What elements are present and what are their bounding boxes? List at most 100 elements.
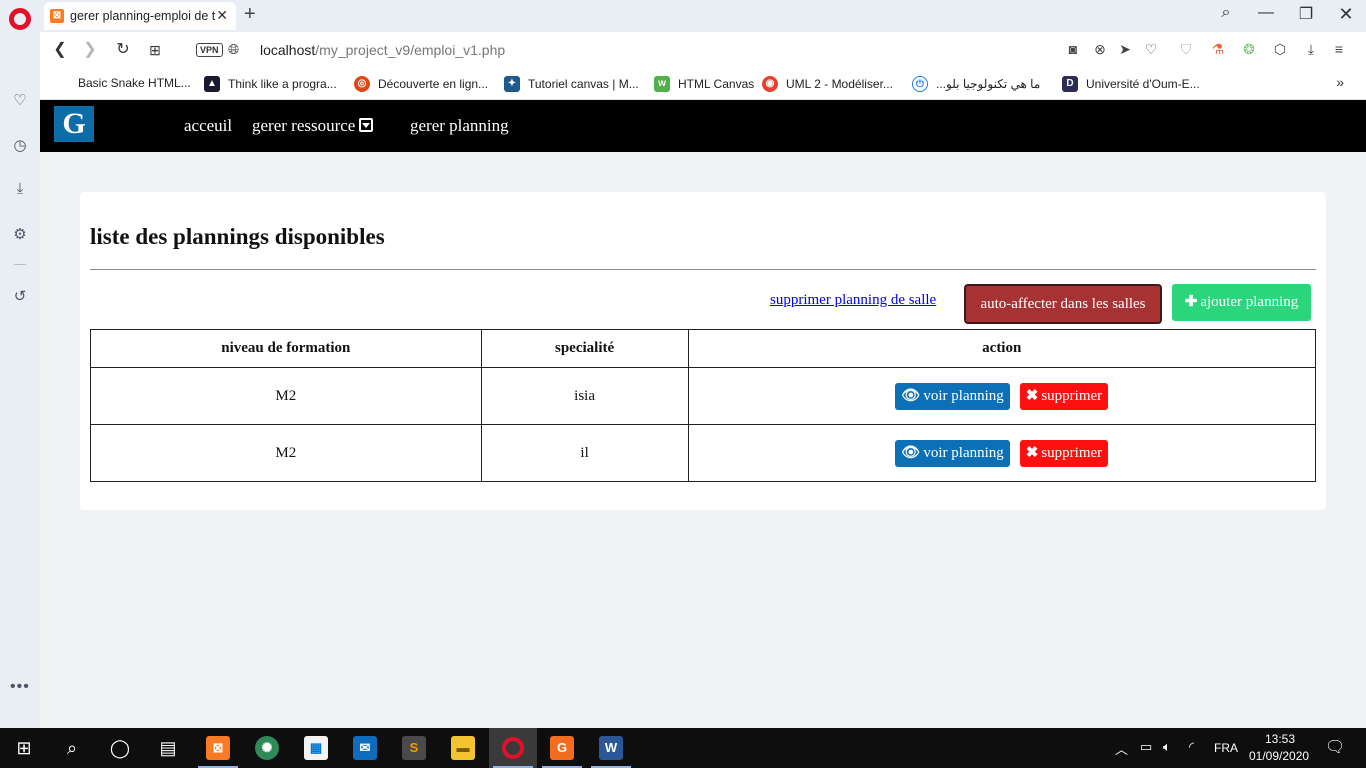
atom-app-icon[interactable]: ✺ (243, 728, 291, 768)
delete-button[interactable]: ✖ supprimer (1019, 382, 1109, 410)
download-icon[interactable]: ⤓ (1302, 41, 1320, 58)
recent-history-icon[interactable]: ↺ (10, 286, 30, 306)
new-tab-button[interactable]: + (244, 4, 256, 24)
sidebar-more-icon[interactable]: ••• (10, 678, 30, 696)
url-path: /my_project_v9/emploi_v1.php (315, 42, 506, 58)
language-indicator[interactable]: FRA (1214, 741, 1238, 755)
bookmark-item[interactable]: ⏻ ما هي تكنولوجيا بلو... (912, 76, 1040, 92)
add-planning-label: ajouter planning (1200, 294, 1299, 310)
site-logo[interactable]: G (54, 106, 94, 142)
heart-icon[interactable]: ♡ (10, 90, 30, 110)
speed-dial-icon[interactable]: ⊞ (145, 40, 165, 60)
view-planning-button[interactable]: 👁︎ voir planning (895, 439, 1010, 467)
notification-icon[interactable]: 🗨︎ (1325, 737, 1345, 757)
browser-tab[interactable]: ⊠ gerer planning-emploi de t ✕ (44, 2, 236, 30)
search-icon[interactable]: ⌕ (48, 728, 96, 768)
bookmark-item[interactable]: ✦ Tutoriel canvas | M... (504, 76, 639, 92)
delete-salle-planning-link[interactable]: supprimer planning de salle (770, 292, 936, 309)
volume-icon[interactable]: 🔈︎ (1163, 739, 1171, 755)
bookmark-label: HTML Canvas (678, 77, 755, 91)
bookmark-label: Tutoriel canvas | M... (528, 77, 639, 91)
bookmark-label: ما هي تكنولوجيا بلو... (936, 77, 1041, 91)
bookmarks-bar: Basic Snake HTML... ▲ Think like a progr… (40, 68, 1366, 100)
extension-cube-icon[interactable]: ⬡ (1271, 41, 1289, 58)
url-field[interactable]: localhost/my_project_v9/emploi_v1.php (260, 42, 505, 58)
planning-list-card: liste des plannings disponibles supprime… (80, 192, 1326, 510)
eye-icon: 👁︎ (901, 387, 921, 404)
minimize-icon[interactable]: — (1256, 4, 1276, 22)
tab-strip: ⊠ gerer planning-emploi de t ✕ + ⌕ — ❐ ✕ (40, 0, 1366, 32)
plannings-table: niveau de formation specialité action M2… (90, 329, 1316, 482)
url-host: localhost (260, 42, 316, 58)
d-icon: D (1062, 76, 1078, 92)
cortana-icon[interactable]: ◯ (96, 728, 144, 768)
file-explorer-icon[interactable]: ▬ (439, 728, 487, 768)
windows-taskbar: ⊞ ⌕ ◯ ▤ ⊠ ✺ ▦ ✉ S ▬ G W ︿ ▭ 🔈︎ ◜ FRA 13:… (0, 728, 1366, 768)
word-app-icon[interactable]: W (587, 728, 635, 768)
send-icon[interactable]: ➤ (1116, 41, 1134, 58)
pdf-app-icon[interactable]: G (538, 728, 586, 768)
header-specialite: specialité (480, 329, 689, 368)
title-divider (90, 269, 1316, 270)
opera-logo-icon[interactable] (9, 8, 31, 30)
site-navbar: G acceuil gerer ressource gerer planning (40, 100, 1366, 152)
bookmark-item[interactable]: w HTML Canvas (654, 76, 754, 92)
caret-down-icon (359, 118, 374, 132)
vpn-badge[interactable]: VPN (196, 43, 223, 57)
windows-start-icon[interactable]: ⊞ (0, 728, 48, 768)
nav-link-gerer-planning[interactable]: gerer planning (410, 116, 509, 136)
tray-chevron-icon[interactable]: ︿ (1115, 739, 1128, 758)
extension-spiral-icon[interactable]: ❂ (1240, 41, 1258, 58)
bookmark-item[interactable]: D Université d'Oum-E... (1062, 76, 1200, 92)
extension-flask-icon[interactable]: ⚗ (1209, 41, 1227, 58)
battery-icon[interactable]: ▭ (1140, 739, 1152, 755)
clock-date[interactable]: 01/09/2020 (1249, 749, 1309, 763)
wifi-icon[interactable]: ◜ (1189, 739, 1194, 755)
tab-close-icon[interactable]: ✕ (216, 7, 228, 24)
close-window-icon[interactable]: ✕ (1336, 4, 1356, 25)
downloads-icon[interactable]: ⤓ (10, 178, 30, 198)
globe-icon: 🌐︎ (228, 41, 240, 57)
mdn-icon: ✦ (504, 76, 520, 92)
xampp-app-icon[interactable]: ⊠ (194, 728, 242, 768)
bookmark-item[interactable]: Basic Snake HTML... (78, 76, 191, 90)
close-x-icon: ✖ (1025, 387, 1039, 404)
settings-gear-icon[interactable]: ⚙ (10, 224, 30, 244)
power-icon: ⏻ (912, 76, 928, 92)
cell-specialite: isia (480, 367, 689, 425)
eye-icon: 👁︎ (901, 444, 921, 461)
xampp-favicon-icon: ⊠ (50, 9, 64, 23)
browser-sidebar: ♡ ◷ ⤓ ⚙ ↺ ••• (0, 0, 40, 728)
bookmarks-overflow-icon[interactable]: » (1336, 74, 1344, 90)
page-title: liste des plannings disponibles (90, 224, 385, 249)
extension-shield-icon[interactable]: ⛉ (1177, 41, 1195, 58)
sublime-app-icon[interactable]: S (390, 728, 438, 768)
bookmark-heart-icon[interactable]: ♡ (1142, 41, 1160, 58)
opera-app-icon[interactable] (489, 728, 537, 768)
search-tabs-icon[interactable]: ⌕ (1216, 4, 1236, 22)
nav-link-acceuil[interactable]: acceuil (184, 116, 232, 136)
address-bar: ❮ ❯ ↻ ⊞ VPN 🌐︎ localhost/my_project_v9/e… (40, 32, 1366, 68)
task-view-icon[interactable]: ▤ (144, 728, 192, 768)
restore-icon[interactable]: ❐ (1296, 4, 1316, 24)
plus-icon: ✚ (1184, 294, 1198, 310)
mail-app-icon[interactable]: ✉ (341, 728, 389, 768)
forward-icon[interactable]: ❯ (80, 40, 100, 60)
store-app-icon[interactable]: ▦ (292, 728, 340, 768)
reload-icon[interactable]: ↻ (113, 40, 133, 60)
adblock-icon[interactable]: ⊗ (1091, 41, 1109, 58)
nav-dropdown-gerer-ressource[interactable]: gerer ressource (252, 116, 374, 136)
snapshot-camera-icon[interactable]: ◙ (1064, 41, 1082, 57)
delete-label: supprimer (1041, 444, 1103, 461)
bookmark-item[interactable]: ◉ UML 2 - Modéliser... (762, 76, 893, 92)
add-planning-button[interactable]: ✚ ajouter planning (1172, 284, 1311, 321)
history-clock-icon[interactable]: ◷ (10, 135, 30, 155)
back-icon[interactable]: ❮ (50, 40, 70, 60)
easy-setup-icon[interactable]: ≡ (1330, 41, 1348, 57)
auto-assign-rooms-button[interactable]: auto-affecter dans les salles (964, 284, 1162, 324)
view-planning-button[interactable]: 👁︎ voir planning (895, 382, 1010, 410)
delete-button[interactable]: ✖ supprimer (1019, 439, 1109, 467)
clock-time[interactable]: 13:53 (1265, 732, 1295, 746)
bookmark-item[interactable]: ◎ Découverte en lign... (354, 76, 488, 92)
bookmark-item[interactable]: ▲ Think like a progra... (204, 76, 337, 92)
